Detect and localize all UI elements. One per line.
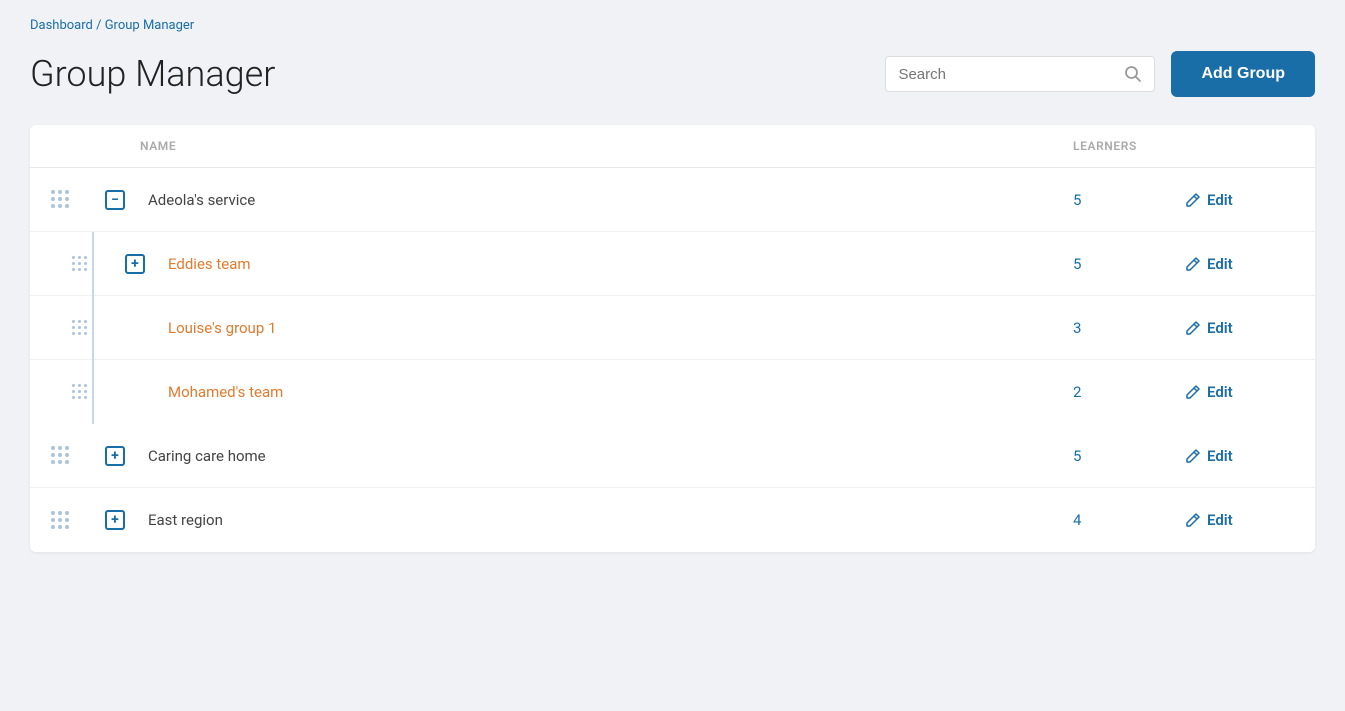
edit-button-adeola[interactable]: Edit — [1185, 191, 1315, 209]
drag-handle-mohamed[interactable] — [50, 384, 110, 400]
learners-count-east: 4 — [1065, 511, 1185, 529]
learners-count-caring: 5 — [1065, 447, 1185, 465]
breadcrumb: Dashboard / Group Manager — [30, 18, 1315, 33]
drag-handle-adeola[interactable] — [30, 190, 90, 209]
vertical-line — [92, 232, 94, 424]
edit-button-east[interactable]: Edit — [1185, 511, 1315, 529]
table-header: NAME LEARNERS — [30, 125, 1315, 168]
edit-icon — [1185, 448, 1201, 464]
table-row: + Caring care home 5 Edit — [30, 424, 1315, 488]
groups-table: NAME LEARNERS − Adeola's service 5 — [30, 125, 1315, 552]
drag-dots-icon — [72, 256, 88, 272]
drag-dots-icon — [72, 320, 88, 336]
group-name-east: East region — [140, 511, 1065, 529]
header-row: Group Manager Add Group — [30, 51, 1315, 97]
table-row: + Eddies team 5 Edit — [30, 232, 1315, 296]
drag-handle-eddies[interactable] — [50, 256, 110, 272]
learners-count-louise: 3 — [1065, 319, 1185, 337]
drag-dots-icon — [51, 446, 70, 465]
plus-icon: + — [125, 254, 145, 274]
expand-button-caring[interactable]: + — [90, 446, 140, 466]
plus-icon: + — [105, 446, 125, 466]
breadcrumb-separator: / — [93, 18, 105, 33]
main-page: Dashboard / Group Manager Group Manager … — [0, 0, 1345, 582]
edit-icon — [1185, 256, 1201, 272]
learners-count-mohamed: 2 — [1065, 383, 1185, 401]
edit-button-mohamed[interactable]: Edit — [1185, 383, 1315, 401]
sub-indent: + Eddies team 5 Edit — [30, 232, 1315, 424]
edit-button-louise[interactable]: Edit — [1185, 319, 1315, 337]
drag-handle-east[interactable] — [30, 511, 90, 530]
plus-icon: + — [105, 510, 125, 530]
search-icon — [1124, 65, 1142, 83]
search-input[interactable] — [898, 66, 1118, 83]
group-name-adeola: Adeola's service — [140, 191, 1065, 209]
learners-count-eddies: 5 — [1065, 255, 1185, 273]
group-row-adeola: − Adeola's service 5 Edit — [30, 168, 1315, 424]
col-drag — [30, 135, 90, 157]
edit-icon — [1185, 512, 1201, 528]
table-row: − Adeola's service 5 Edit — [30, 168, 1315, 232]
subgroups-adeola: + Eddies team 5 Edit — [30, 232, 1315, 424]
table-row: + East region 4 Edit — [30, 488, 1315, 552]
table-row: Louise's group 1 3 Edit — [30, 296, 1315, 360]
search-container — [885, 56, 1155, 92]
expand-button-eddies[interactable]: + — [110, 254, 160, 274]
drag-dots-icon — [51, 511, 70, 530]
group-name-eddies: Eddies team — [160, 255, 1065, 273]
table-row: Mohamed's team 2 Edit — [30, 360, 1315, 424]
edit-icon — [1185, 320, 1201, 336]
group-name-caring: Caring care home — [140, 447, 1065, 465]
group-name-mohamed: Mohamed's team — [160, 383, 1065, 401]
drag-dots-icon — [51, 190, 70, 209]
col-name-header: NAME — [140, 135, 1065, 157]
drag-handle-caring[interactable] — [30, 446, 90, 465]
page-title: Group Manager — [30, 53, 885, 95]
col-actions — [1185, 135, 1315, 157]
col-expand — [90, 135, 140, 157]
add-group-button[interactable]: Add Group — [1171, 51, 1315, 97]
edit-button-eddies[interactable]: Edit — [1185, 255, 1315, 273]
edit-icon — [1185, 192, 1201, 208]
group-name-louise: Louise's group 1 — [160, 319, 1065, 337]
edit-icon — [1185, 384, 1201, 400]
drag-dots-icon — [72, 384, 88, 400]
breadcrumb-dashboard[interactable]: Dashboard — [30, 18, 93, 33]
drag-handle-louise[interactable] — [50, 320, 110, 336]
edit-button-caring[interactable]: Edit — [1185, 447, 1315, 465]
expand-button-east[interactable]: + — [90, 510, 140, 530]
breadcrumb-current: Group Manager — [105, 18, 195, 33]
minus-icon: − — [105, 190, 125, 210]
learners-count-adeola: 5 — [1065, 191, 1185, 209]
collapse-button-adeola[interactable]: − — [90, 190, 140, 210]
col-learners-header: LEARNERS — [1065, 135, 1185, 157]
